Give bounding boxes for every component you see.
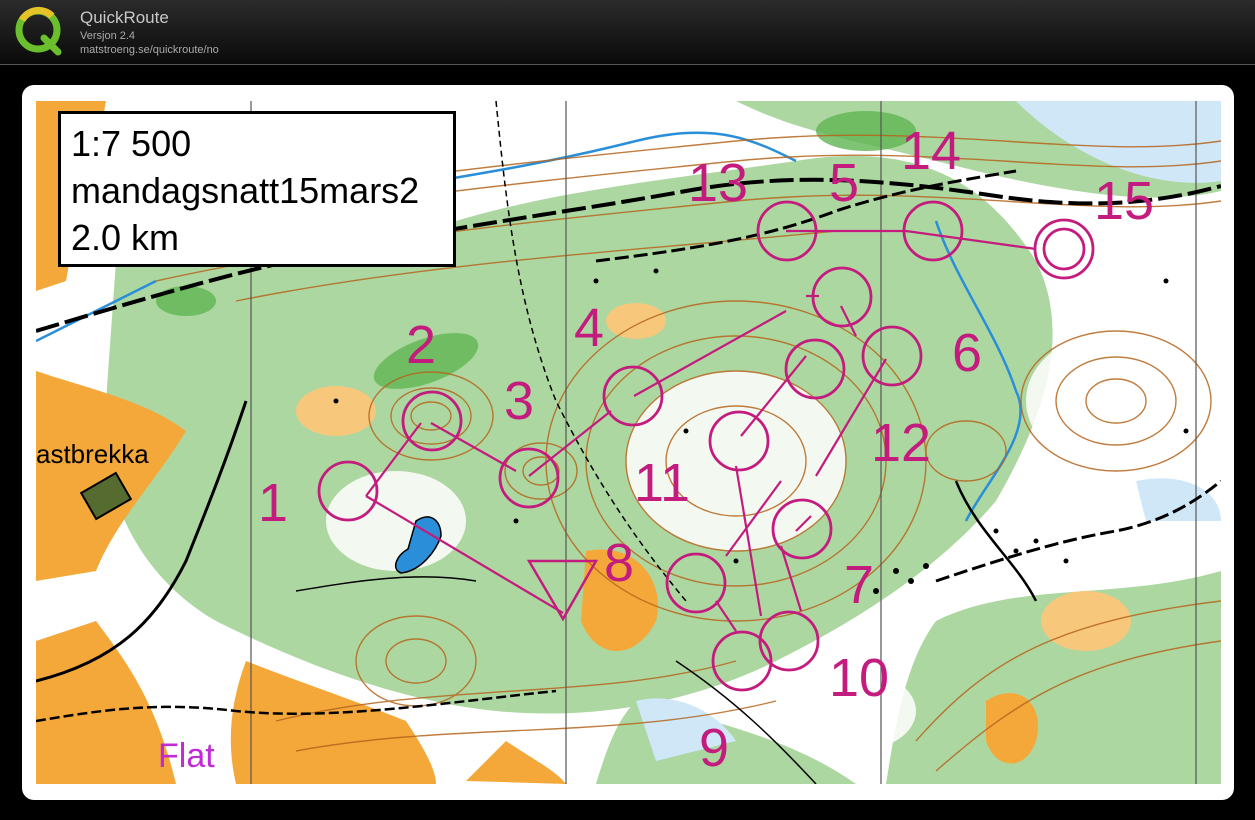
map-scale: 1:7 500 bbox=[71, 123, 192, 164]
control-number-2: 2 bbox=[406, 315, 436, 375]
control-number-7: 7 bbox=[844, 555, 874, 615]
place-name-astbrekka: astbrekka bbox=[36, 439, 149, 469]
control-number-8: 8 bbox=[604, 533, 634, 593]
control-number-15: 15 bbox=[1094, 171, 1154, 231]
app-version: Versjon 2.4 bbox=[80, 30, 136, 42]
control-number-11: 11 bbox=[634, 453, 690, 513]
control-number-1: 1 bbox=[258, 473, 288, 533]
app-url: matstroeng.se/quickroute/no bbox=[80, 44, 219, 56]
control-number-12: 12 bbox=[871, 413, 931, 473]
control-number-13: 13 bbox=[688, 153, 748, 213]
map-info-box: 1:7 500 mandagsnatt15mars2 2.0 km bbox=[58, 111, 456, 267]
map-viewer[interactable]: 1 2 3 4 5 6 7 8 9 10 11 12 13 14 15 astb… bbox=[2, 67, 1253, 818]
title-bar: QuickRoute Versjon 2.4 matstroeng.se/qui… bbox=[0, 0, 1255, 65]
control-number-4: 4 bbox=[574, 298, 604, 358]
event-name: mandagsnatt15mars2 bbox=[71, 170, 420, 211]
control-number-9: 9 bbox=[699, 718, 729, 778]
app-name: QuickRoute bbox=[80, 8, 169, 27]
quickroute-logo-icon bbox=[15, 6, 62, 56]
control-number-5: 5 bbox=[829, 153, 859, 213]
control-number-14: 14 bbox=[901, 121, 961, 181]
control-number-6: 6 bbox=[952, 323, 982, 383]
control-number-3: 3 bbox=[504, 371, 534, 431]
course-distance: 2.0 km bbox=[71, 217, 180, 258]
map-frame: 1 2 3 4 5 6 7 8 9 10 11 12 13 14 15 astb… bbox=[22, 85, 1234, 800]
place-name-flat: Flat bbox=[158, 737, 215, 775]
control-number-10: 10 bbox=[829, 648, 889, 708]
